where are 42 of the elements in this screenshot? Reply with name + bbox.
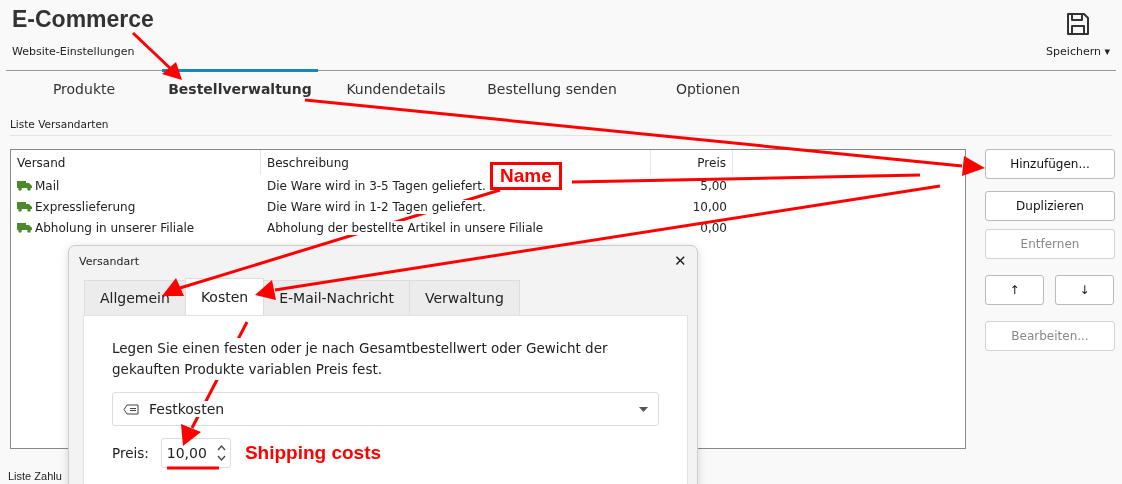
tag-icon <box>123 403 139 415</box>
table-cell: Abholung in unserer Filiale <box>35 220 195 235</box>
table-cell: Die Ware wird in 3-5 Tagen geliefert. <box>267 178 486 193</box>
tab[interactable]: Optionen <box>630 69 786 106</box>
column-header[interactable]: Versand <box>11 150 261 175</box>
move-button[interactable]: ↑ <box>985 275 1044 305</box>
truck-icon <box>17 201 32 212</box>
truck-icon <box>17 180 32 191</box>
move-button[interactable]: ↓ <box>1055 275 1114 305</box>
cost-type-dropdown[interactable]: Festkosten <box>112 392 659 426</box>
table-cell: Die Ware wird in 1-2 Tagen geliefert. <box>267 199 486 214</box>
section-title: Liste Versandarten <box>10 118 1112 136</box>
page-subtitle: Website-Einstellungen <box>12 45 136 58</box>
save-button[interactable]: Speichern ▾ <box>1046 6 1110 70</box>
annotation-underline <box>167 466 219 470</box>
save-icon <box>1065 11 1092 37</box>
table-cell: Mail <box>35 178 60 193</box>
field-label: Preis: <box>112 445 149 461</box>
close-button[interactable]: ✕ <box>672 252 689 270</box>
tab[interactable]: Bestellung senden <box>474 69 630 106</box>
dialog-title: Versandart <box>79 254 139 268</box>
table-cell: Expresslieferung <box>35 199 136 214</box>
table-cell: Abholung der bestellte Artikel in unsere Filiale <box>267 220 544 235</box>
truck-icon <box>17 222 32 233</box>
dialog-tab[interactable]: Allgemein <box>84 280 186 315</box>
spinner-arrows-icon <box>216 444 226 462</box>
tab[interactable]: Kundendetails <box>318 69 474 106</box>
dialog-tab[interactable]: Verwaltung <box>408 280 520 315</box>
annotation-label: Shipping costs <box>244 442 382 464</box>
page-title: E-Commerce <box>12 6 154 33</box>
caret-icon <box>639 406 648 412</box>
table-cell: 10,00 <box>692 199 727 214</box>
table-cell: 5,00 <box>700 178 727 193</box>
table-cell: 0,00 <box>700 220 727 235</box>
action-button[interactable]: Duplizieren <box>985 191 1115 221</box>
tab[interactable]: Produkte <box>6 69 162 106</box>
column-header[interactable]: Preis <box>651 150 733 175</box>
dialog-tab[interactable]: E-Mail-Nachricht <box>263 280 410 315</box>
annotation-label: Name <box>490 162 562 190</box>
action-button[interactable]: Hinzufügen... <box>985 149 1115 179</box>
section-title: Liste Zahlu <box>8 470 62 482</box>
dialog-tab[interactable]: Kosten <box>184 278 265 315</box>
